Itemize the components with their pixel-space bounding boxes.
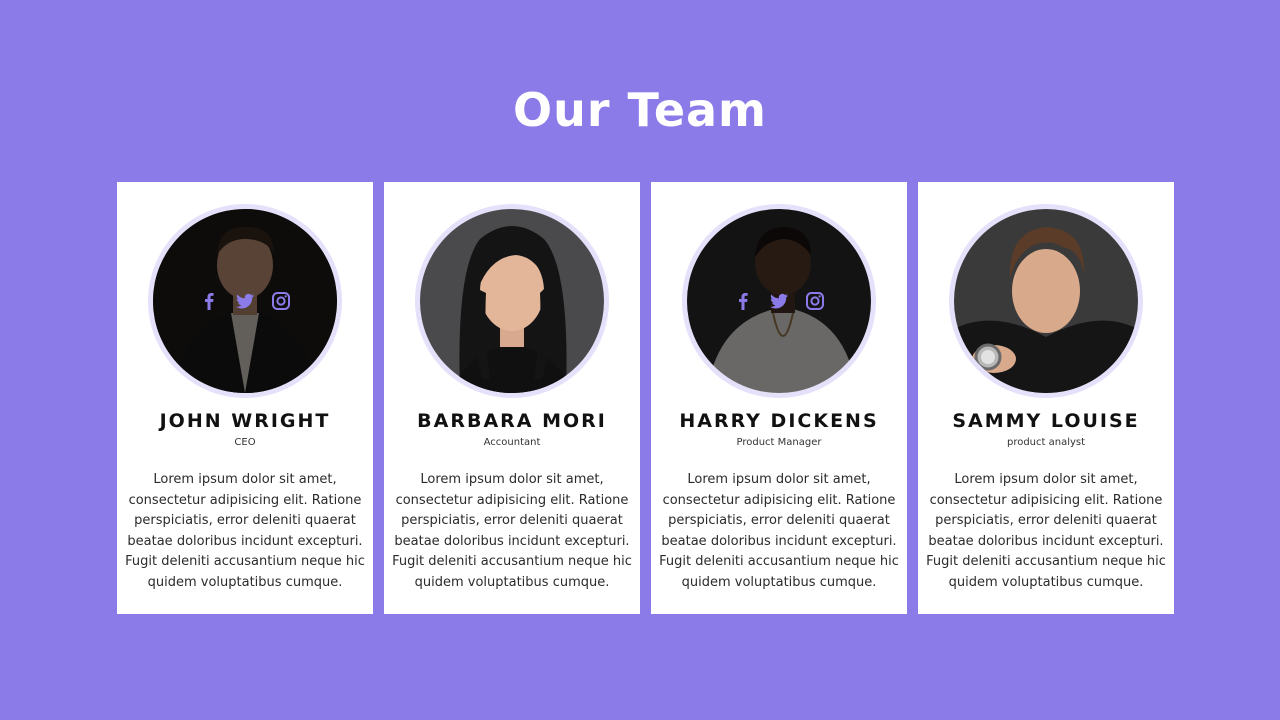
member-bio: Lorem ipsum dolor sit amet, consectetur … bbox=[125, 472, 365, 590]
instagram-icon[interactable] bbox=[271, 291, 291, 311]
avatar bbox=[420, 209, 604, 393]
portrait-photo bbox=[954, 209, 1138, 393]
page-title: Our Team bbox=[513, 83, 767, 137]
member-role: product analyst bbox=[1006, 437, 1086, 448]
avatar-ring bbox=[148, 204, 342, 398]
team-card-harry-dickens[interactable]: HARRY DICKENS Product Manager Lorem ipsu… bbox=[651, 182, 907, 614]
portrait-photo bbox=[420, 209, 604, 393]
member-bio: Lorem ipsum dolor sit amet, consectetur … bbox=[926, 472, 1166, 590]
member-name: BARBARA MORI bbox=[417, 410, 607, 432]
member-bio: Lorem ipsum dolor sit amet, consectetur … bbox=[392, 472, 632, 590]
member-bio: Lorem ipsum dolor sit amet, consectetur … bbox=[659, 472, 899, 590]
twitter-icon[interactable] bbox=[235, 291, 255, 311]
facebook-icon[interactable] bbox=[733, 291, 753, 311]
member-name: JOHN WRIGHT bbox=[159, 410, 331, 432]
avatar-ring bbox=[415, 204, 609, 398]
member-role: CEO bbox=[234, 437, 256, 448]
avatar-ring bbox=[682, 204, 876, 398]
member-role: Accountant bbox=[483, 437, 541, 448]
social-links bbox=[153, 209, 337, 393]
social-links bbox=[687, 209, 871, 393]
avatar bbox=[954, 209, 1138, 393]
avatar bbox=[153, 209, 337, 393]
team-cards: JOHN WRIGHT CEO Lorem ipsum dolor sit am… bbox=[117, 182, 1174, 614]
facebook-icon[interactable] bbox=[199, 291, 219, 311]
instagram-icon[interactable] bbox=[805, 291, 825, 311]
member-role: Product Manager bbox=[736, 437, 822, 448]
team-card-john-wright[interactable]: JOHN WRIGHT CEO Lorem ipsum dolor sit am… bbox=[117, 182, 373, 614]
avatar-ring bbox=[949, 204, 1143, 398]
twitter-icon[interactable] bbox=[769, 291, 789, 311]
avatar bbox=[687, 209, 871, 393]
member-name: HARRY DICKENS bbox=[679, 410, 879, 432]
member-name: SAMMY LOUISE bbox=[952, 410, 1140, 432]
team-card-sammy-louise[interactable]: SAMMY LOUISE product analyst Lorem ipsum… bbox=[918, 182, 1174, 614]
team-card-barbara-mori[interactable]: BARBARA MORI Accountant Lorem ipsum dolo… bbox=[384, 182, 640, 614]
